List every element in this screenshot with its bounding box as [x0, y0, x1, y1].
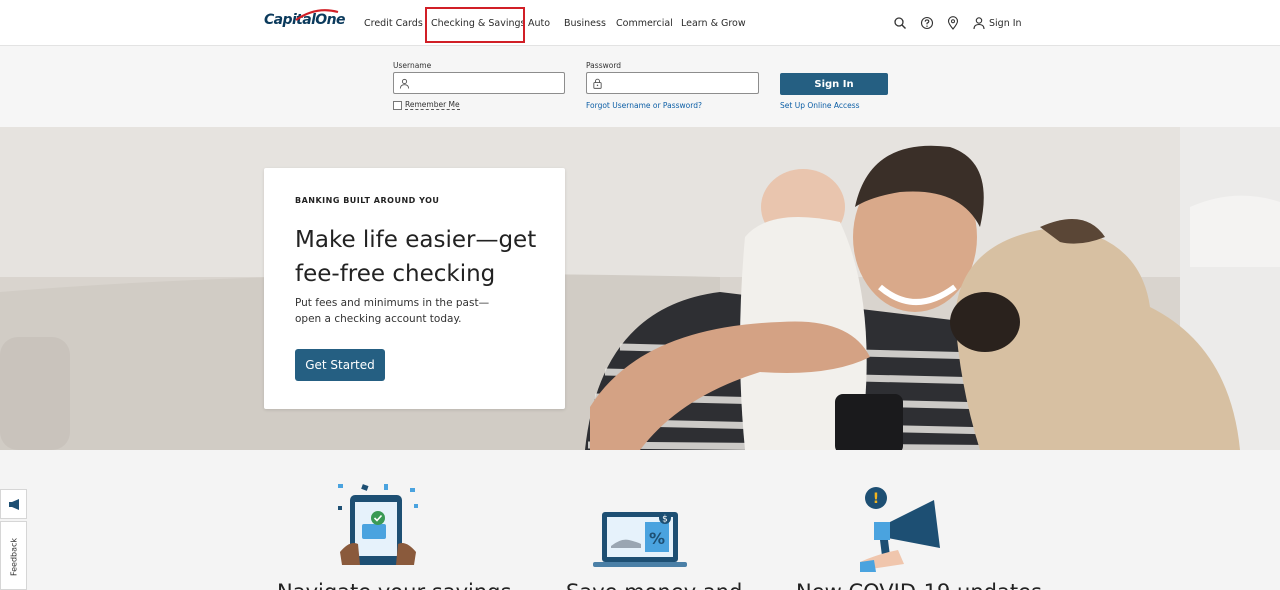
- feedback-label: Feedback: [9, 537, 19, 577]
- hero-banner: BANKING BUILT AROUND YOU Make life easie…: [0, 127, 1280, 450]
- megaphone-icon: !: [860, 487, 940, 572]
- user-icon: [399, 78, 410, 89]
- help-icon[interactable]: [920, 16, 934, 30]
- location-pin-icon[interactable]: [946, 16, 960, 30]
- nav-item-business[interactable]: Business: [564, 18, 606, 29]
- hero-photo: [0, 127, 1280, 450]
- logo-swoosh-icon: [295, 9, 339, 21]
- remember-me[interactable]: Remember Me: [393, 100, 460, 110]
- username-input[interactable]: [394, 76, 564, 96]
- hero-subcopy: Put fees and minimums in the past—open a…: [295, 297, 490, 325]
- remember-me-checkbox[interactable]: [393, 100, 402, 110]
- hero-headline: Make life easier—get fee-free checking: [295, 227, 537, 287]
- svg-text:%: %: [649, 529, 665, 548]
- feedback-icon-button[interactable]: [0, 489, 27, 519]
- remember-me-label: Remember Me: [405, 100, 460, 110]
- features-section: Navigate your savings % $ Save money and…: [0, 450, 1280, 590]
- password-input[interactable]: [587, 76, 758, 96]
- nav-item-auto[interactable]: Auto: [528, 18, 550, 29]
- lock-icon: [593, 78, 602, 89]
- nav-item-credit-cards[interactable]: Credit Cards: [364, 18, 423, 29]
- hero-card: BANKING BUILT AROUND YOU Make life easie…: [264, 168, 565, 409]
- search-icon[interactable]: [893, 16, 907, 30]
- password-field[interactable]: [586, 72, 759, 96]
- hero-eyebrow: BANKING BUILT AROUND YOU: [295, 196, 440, 205]
- forgot-credentials-link[interactable]: Forgot Username or Password?: [586, 101, 702, 110]
- username-label: Username: [393, 61, 432, 70]
- user-icon[interactable]: [972, 16, 986, 30]
- laptop-discount-icon: % $: [593, 512, 687, 567]
- get-started-button[interactable]: Get Started: [295, 349, 385, 381]
- feature-title-3: New COVID-19 updates: [796, 580, 1042, 590]
- capital-one-logo[interactable]: CapitalOne: [264, 9, 345, 28]
- feature-title-2: Save money and: [566, 580, 742, 590]
- svg-text:!: !: [873, 491, 879, 507]
- password-label: Password: [586, 61, 622, 70]
- username-field[interactable]: [393, 72, 565, 96]
- nav-sign-in-link[interactable]: Sign In: [989, 18, 1022, 29]
- top-navigation: CapitalOne Credit Cards Checking & Savin…: [0, 0, 1280, 46]
- megaphone-icon: [9, 499, 19, 510]
- phone-card-icon: [338, 484, 418, 565]
- nav-highlight-box: [425, 7, 525, 43]
- setup-online-access-link[interactable]: Set Up Online Access: [780, 101, 860, 110]
- feature-title-1: Navigate your savings: [277, 580, 511, 590]
- svg-text:$: $: [662, 515, 668, 525]
- nav-item-commercial[interactable]: Commercial: [616, 18, 673, 29]
- nav-item-learn-grow[interactable]: Learn & Grow: [681, 18, 746, 29]
- sign-in-button[interactable]: Sign In: [780, 73, 888, 95]
